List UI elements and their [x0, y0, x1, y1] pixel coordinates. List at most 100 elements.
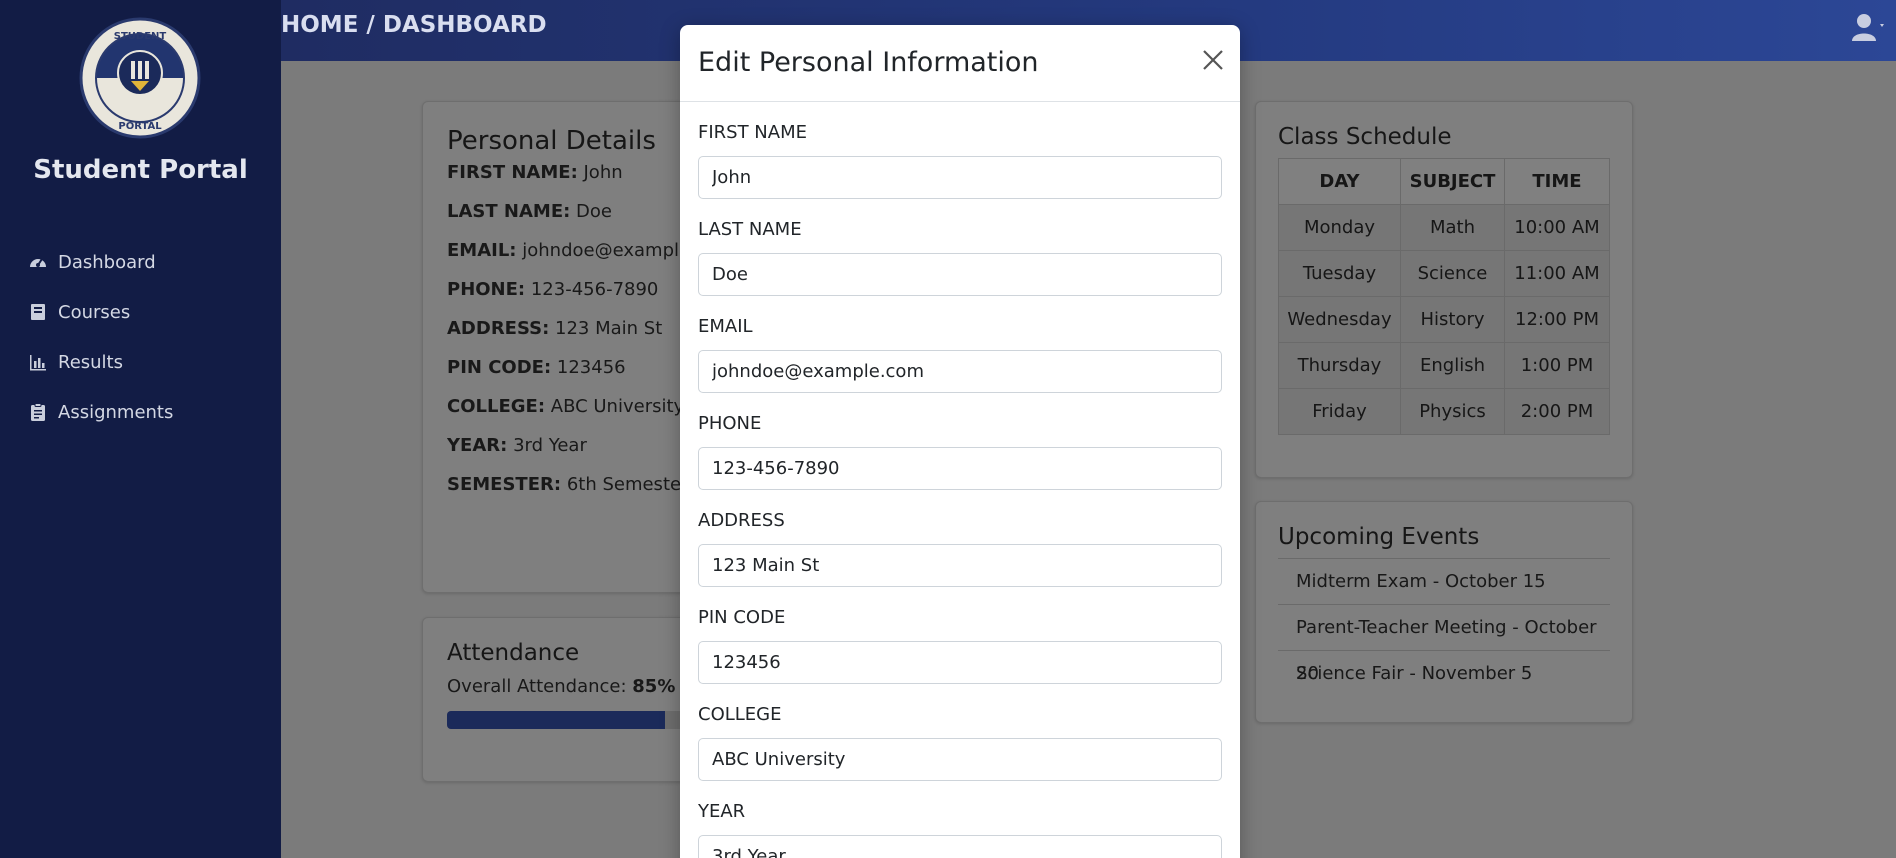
schedule-cell: English [1400, 342, 1505, 389]
edit-personal-info-modal: Edit Personal Information FIRST NAME LAST… [680, 25, 1240, 858]
close-icon[interactable] [1200, 47, 1226, 73]
detail-label: YEAR: [447, 435, 508, 456]
schedule-row: Tuesday Science 11:00 AM [1278, 250, 1610, 297]
user-icon[interactable] [1850, 10, 1886, 46]
sidebar-item-assignments[interactable]: Assignments [28, 387, 173, 437]
schedule-row: Wednesday History 12:00 PM [1278, 296, 1610, 343]
modal-header: Edit Personal Information [680, 25, 1240, 102]
schedule-cell: Wednesday [1278, 296, 1401, 343]
personal-detail-row: COLLEGE: ABC University [447, 396, 701, 417]
attendance-card: Attendance Overall Attendance: 85% [422, 617, 703, 782]
detail-label: FIRST NAME: [447, 162, 578, 183]
year-label: YEAR [698, 801, 746, 822]
personal-detail-row: YEAR: 3rd Year [447, 435, 701, 456]
attendance-value: 85% [632, 676, 676, 697]
last-name-label: LAST NAME [698, 219, 802, 240]
schedule-table: DAY SUBJECT TIME Monday Math 10:00 AM Tuesd… [1278, 158, 1610, 435]
schedule-cell: Thursday [1278, 342, 1401, 389]
sidebar-item-label: Assignments [58, 401, 174, 423]
schedule-header-day: DAY [1278, 158, 1401, 205]
sidebar-item-label: Courses [58, 301, 131, 323]
detail-value: John [583, 162, 623, 183]
modal-body: FIRST NAME LAST NAME EMAIL PHONE ADDRESS PIN … [680, 122, 1240, 858]
student-portal-logo: STUDENT PORTAL [79, 17, 201, 139]
personal-details-title: Personal Details [447, 126, 656, 156]
detail-label: PIN CODE: [447, 357, 552, 378]
attendance-label: Overall Attendance: [447, 676, 627, 697]
schedule-cell: 10:00 AM [1504, 204, 1610, 251]
logo-top-text: STUDENT [114, 31, 167, 42]
detail-value: 6th Semester [566, 474, 689, 495]
sidebar: STUDENT PORTAL Student Portal Dashboard … [0, 0, 281, 858]
personal-detail-row: PHONE: 123-456-7890 [447, 279, 701, 300]
email-label: EMAIL [698, 316, 753, 337]
upcoming-events-card: Upcoming Events Midterm Exam - October 1… [1255, 501, 1633, 723]
last-name-input[interactable] [698, 253, 1222, 296]
event-item: Parent-Teacher Meeting - October 20 [1278, 604, 1610, 684]
schedule-cell: Math [1400, 204, 1505, 251]
book-icon [31, 304, 45, 320]
detail-label: LAST NAME: [447, 201, 571, 222]
gauge-icon [30, 258, 46, 267]
schedule-cell: History [1400, 296, 1505, 343]
brand-title: Student Portal [33, 155, 248, 185]
detail-label: EMAIL: [447, 240, 517, 261]
class-schedule-card: Class Schedule DAY SUBJECT TIME Monday Ma… [1255, 101, 1633, 478]
detail-value: Doe [576, 201, 612, 222]
detail-value: 123456 [556, 357, 626, 378]
attendance-progress-fill [447, 711, 665, 729]
clipboard-icon [31, 403, 45, 421]
phone-label: PHONE [698, 413, 762, 434]
sidebar-item-label: Dashboard [58, 251, 156, 273]
address-label: ADDRESS [698, 510, 785, 531]
pin-code-input[interactable] [698, 641, 1222, 684]
schedule-row: Monday Math 10:00 AM [1278, 204, 1610, 251]
attendance-text: Overall Attendance: 85% [447, 676, 701, 697]
first-name-input[interactable] [698, 156, 1222, 199]
personal-detail-row: FIRST NAME: John [447, 162, 701, 183]
modal-title: Edit Personal Information [698, 47, 1039, 78]
event-item: Midterm Exam - October 15 [1278, 558, 1610, 604]
pin-code-label: PIN CODE [698, 607, 786, 628]
detail-label: ADDRESS: [447, 318, 550, 339]
sidebar-nav: Dashboard Courses Results Assignments [28, 237, 173, 437]
schedule-cell: 2:00 PM [1504, 388, 1610, 435]
detail-label: COLLEGE: [447, 396, 546, 417]
schedule-cell: Monday [1278, 204, 1401, 251]
schedule-row: Friday Physics 2:00 PM [1278, 388, 1610, 435]
sidebar-item-results[interactable]: Results [28, 337, 173, 387]
schedule-cell: 11:00 AM [1504, 250, 1610, 297]
detail-label: PHONE: [447, 279, 526, 300]
schedule-cell: 12:00 PM [1504, 296, 1610, 343]
personal-detail-row: SEMESTER: 6th Semester [447, 474, 701, 495]
event-item: Science Fair - November 5 [1278, 650, 1610, 696]
detail-value: 123-456-7890 [530, 279, 659, 300]
schedule-header-time: TIME [1504, 158, 1610, 205]
sidebar-item-courses[interactable]: Courses [28, 287, 173, 337]
year-input[interactable] [698, 835, 1222, 858]
college-input[interactable] [698, 738, 1222, 781]
personal-details-card: Personal Details FIRST NAME: John LAST NA… [422, 101, 702, 593]
detail-value: ABC University [550, 396, 685, 417]
upcoming-events-title: Upcoming Events [1278, 524, 1480, 550]
schedule-header-subject: SUBJECT [1400, 158, 1505, 205]
college-label: COLLEGE [698, 704, 782, 725]
detail-label: SEMESTER: [447, 474, 562, 495]
first-name-label: FIRST NAME [698, 122, 807, 143]
bar-chart-icon [30, 355, 46, 371]
detail-value: johndoe@example.com [522, 240, 701, 261]
schedule-row: Thursday English 1:00 PM [1278, 342, 1610, 389]
schedule-cell: Tuesday [1278, 250, 1401, 297]
phone-input[interactable] [698, 447, 1222, 490]
sidebar-item-dashboard[interactable]: Dashboard [28, 237, 173, 287]
breadcrumb: HOME / DASHBOARD [281, 12, 547, 38]
address-input[interactable] [698, 544, 1222, 587]
schedule-cell: Physics [1400, 388, 1505, 435]
schedule-cell: Friday [1278, 388, 1401, 435]
personal-detail-row: EMAIL: johndoe@example.com [447, 240, 701, 261]
personal-detail-row: LAST NAME: Doe [447, 201, 701, 222]
logo-bottom-text: PORTAL [118, 121, 162, 132]
sidebar-item-label: Results [58, 351, 123, 373]
email-input[interactable] [698, 350, 1222, 393]
attendance-progress [447, 711, 703, 729]
